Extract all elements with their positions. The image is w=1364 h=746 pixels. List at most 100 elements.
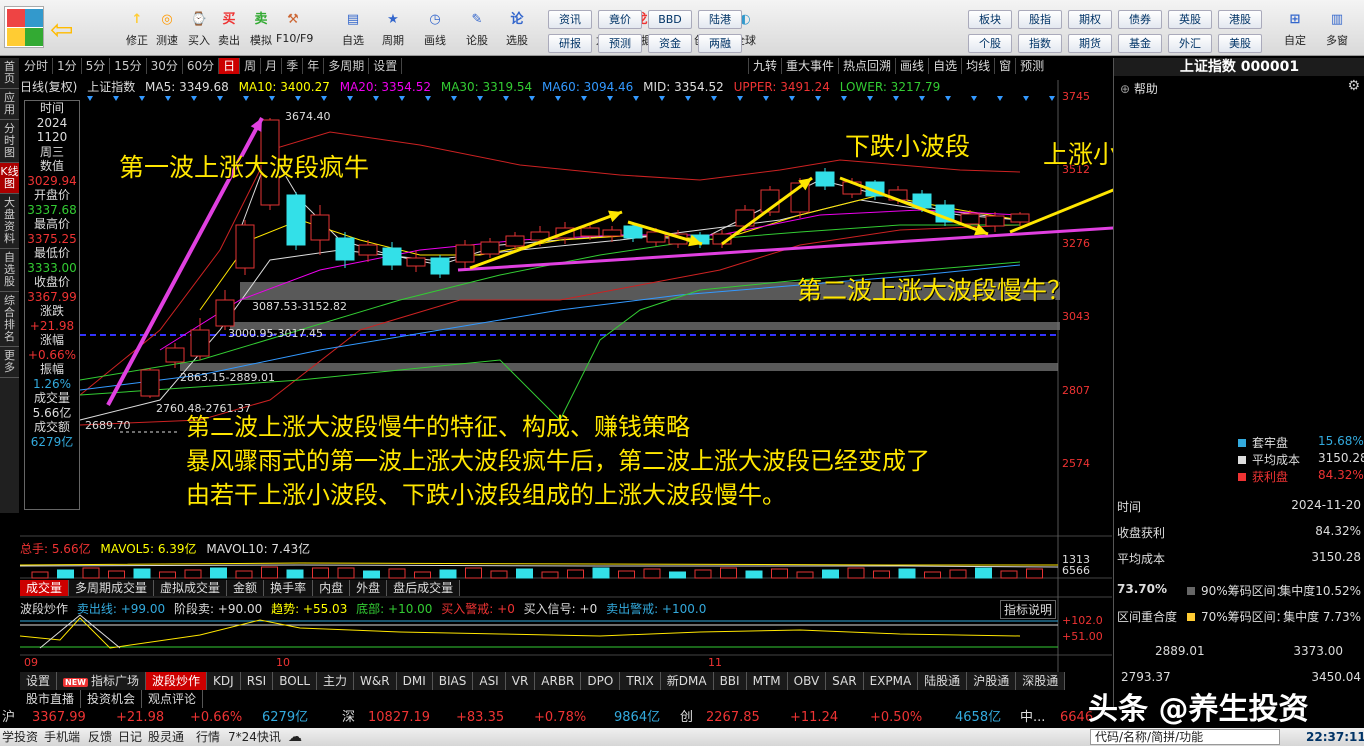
indicator-tab-6[interactable]: 主力 xyxy=(317,672,355,690)
extra-tab-2[interactable]: 观点评论 xyxy=(142,690,204,708)
ticker-cy-price[interactable]: 2267.85 xyxy=(706,708,760,728)
candle-body-4[interactable] xyxy=(235,224,255,269)
indicator-tab-20[interactable]: EXPMA xyxy=(864,672,919,690)
chart-tool-tab-2[interactable]: 热点回溯 xyxy=(838,58,895,74)
candle-body-9[interactable] xyxy=(358,244,378,256)
indicator-tab-16[interactable]: BBI xyxy=(714,672,747,690)
chart-tool-tab-3[interactable]: 画线 xyxy=(895,58,928,74)
candle-body-15[interactable] xyxy=(505,235,525,247)
chart-tool-tab-6[interactable]: 窗 xyxy=(994,58,1015,74)
candle-body-18[interactable] xyxy=(580,227,600,237)
indicator-tab-2[interactable]: 波段炒作 xyxy=(146,672,208,690)
ticker-sz-price[interactable]: 10827.19 xyxy=(368,708,430,728)
search-input[interactable]: 代码/名称/简拼/功能 xyxy=(1090,729,1280,745)
candle-body-1[interactable] xyxy=(165,347,185,363)
trend-line xyxy=(19,617,1021,649)
candle-body-35[interactable] xyxy=(985,215,1005,227)
indicator-tab-13[interactable]: DPO xyxy=(581,672,621,690)
period-tab-12[interactable]: 设置 xyxy=(369,58,403,74)
indicator-tab-19[interactable]: SAR xyxy=(826,672,864,690)
period-tab-9[interactable]: 季 xyxy=(282,58,304,74)
kline-type-label[interactable]: 日线(复权) xyxy=(20,80,77,94)
candle-body-12[interactable] xyxy=(430,257,450,275)
chart-tool-tab-1[interactable]: 重大事件 xyxy=(781,58,838,74)
period-tab-4[interactable]: 30分 xyxy=(147,58,183,74)
indicator-tab-10[interactable]: ASI xyxy=(473,672,506,690)
candle-body-20[interactable] xyxy=(623,225,643,239)
extra-tab-0[interactable]: 股市直播 xyxy=(20,690,82,708)
chart-tool-tab-7[interactable]: 预测 xyxy=(1015,58,1048,74)
indicator-tab-9[interactable]: BIAS xyxy=(433,672,474,690)
extra-tab-1[interactable]: 投资机会 xyxy=(81,690,143,708)
candle-body-11[interactable] xyxy=(406,257,426,267)
vol-tab-0[interactable]: 成交量 xyxy=(20,580,70,596)
volume-bar-24 xyxy=(643,568,661,579)
status-item-0[interactable]: 学投资 xyxy=(2,728,38,746)
indicator-tab-15[interactable]: 新DMA xyxy=(661,672,714,690)
candle-body-34[interactable] xyxy=(960,213,980,225)
candle-body-3[interactable] xyxy=(215,299,235,327)
vol-tab-1[interactable]: 多周期成交量 xyxy=(69,580,155,596)
indicator-tab-1[interactable]: NEW 指标广场 xyxy=(57,672,147,690)
period-tab-1[interactable]: 1分 xyxy=(53,58,82,74)
indicator-tab-5[interactable]: BOLL xyxy=(273,672,318,690)
ticker-sh-price[interactable]: 3367.99 xyxy=(32,708,86,728)
status-item-6[interactable]: 7*24快讯 xyxy=(228,728,281,746)
candle-body-19[interactable] xyxy=(602,229,622,237)
period-tab-0[interactable]: 分时 xyxy=(20,58,54,74)
vol-tab-6[interactable]: 外盘 xyxy=(350,580,388,596)
indicator-tab-18[interactable]: OBV xyxy=(788,672,827,690)
ma-marker-9 xyxy=(321,96,327,101)
candle-body-7[interactable] xyxy=(310,214,330,241)
indicator-tab-label-14: TRIX xyxy=(626,674,654,688)
watermark: 头条 @养生投资 xyxy=(1088,692,1309,727)
chart-tool-tab-0[interactable]: 九转 xyxy=(748,58,781,74)
settings-gear-icon[interactable]: ⚙ xyxy=(1347,78,1360,94)
indicator-tab-23[interactable]: 深股通 xyxy=(1016,672,1066,690)
candle-body-13[interactable] xyxy=(455,244,475,263)
indicator-tab-12[interactable]: ARBR xyxy=(535,672,582,690)
status-item-1[interactable]: 手机端 xyxy=(44,728,80,746)
status-item-5[interactable]: 行情 xyxy=(196,728,220,746)
ma-marker-6 xyxy=(243,96,249,101)
candle-body-36[interactable] xyxy=(1010,213,1030,223)
status-item-4[interactable]: 股灵通 xyxy=(148,728,184,746)
vol-tab-3[interactable]: 金额 xyxy=(227,580,265,596)
help-link[interactable]: ⊕ 帮助 xyxy=(1120,80,1158,97)
candle-body-0[interactable] xyxy=(140,369,160,397)
indicator-tab-7[interactable]: W&R xyxy=(354,672,397,690)
cloud-icon[interactable]: ☁ xyxy=(288,728,302,746)
candle-body-28[interactable] xyxy=(815,171,835,187)
period-tab-8[interactable]: 月 xyxy=(261,58,283,74)
indicator-tab-8[interactable]: DMI xyxy=(397,672,433,690)
status-item-2[interactable]: 反馈 xyxy=(88,728,112,746)
candle-body-10[interactable] xyxy=(382,247,402,266)
period-tab-7[interactable]: 周 xyxy=(240,58,262,74)
candle-body-2[interactable] xyxy=(190,329,210,357)
chart-tool-tab-5[interactable]: 均线 xyxy=(961,58,994,74)
status-item-3[interactable]: 日记 xyxy=(118,728,142,746)
vol-tab-2[interactable]: 虚拟成交量 xyxy=(154,580,228,596)
indicator-tab-14[interactable]: TRIX xyxy=(620,672,661,690)
indicator-tab-0[interactable]: 设置 xyxy=(20,672,58,690)
period-tab-11[interactable]: 多周期 xyxy=(324,58,370,74)
candle-body-6[interactable] xyxy=(286,194,306,246)
period-tab-10[interactable]: 年 xyxy=(303,58,325,74)
chart-tool-tab-4[interactable]: 自选 xyxy=(928,58,961,74)
candle-body-8[interactable] xyxy=(335,237,355,261)
vol-tab-5[interactable]: 内盘 xyxy=(313,580,351,596)
indicator-tab-11[interactable]: VR xyxy=(506,672,536,690)
indicator-tab-22[interactable]: 沪股通 xyxy=(967,672,1017,690)
period-tab-3[interactable]: 15分 xyxy=(110,58,147,74)
indicator-tab-17[interactable]: MTM xyxy=(747,672,788,690)
vol-tab-4[interactable]: 换手率 xyxy=(264,580,314,596)
period-tab-5[interactable]: 60分 xyxy=(183,58,220,74)
indicator-tab-4[interactable]: RSI xyxy=(241,672,274,690)
indicator-tab-21[interactable]: 陆股通 xyxy=(918,672,968,690)
candle-body-14[interactable] xyxy=(480,241,500,255)
indicator-explain-button[interactable]: 指标说明 xyxy=(1000,600,1057,619)
vol-tab-7[interactable]: 盘后成交量 xyxy=(387,580,461,596)
indicator-tab-3[interactable]: KDJ xyxy=(207,672,241,690)
period-tab-2[interactable]: 5分 xyxy=(82,58,111,74)
period-tab-6[interactable]: 日 xyxy=(219,58,241,74)
